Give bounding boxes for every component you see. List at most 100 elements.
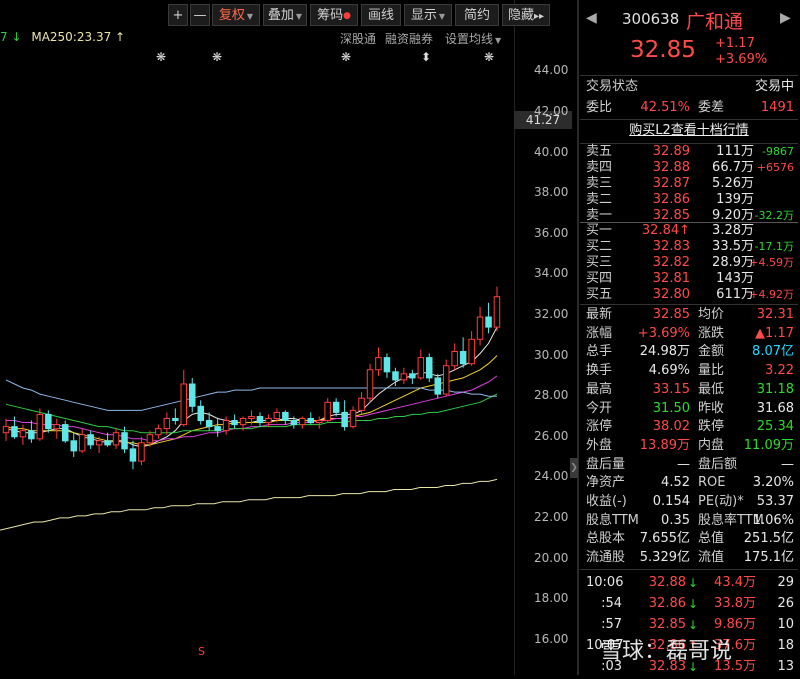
candle-body[interactable] bbox=[493, 296, 501, 328]
candle-body[interactable] bbox=[366, 369, 374, 399]
candle-body[interactable] bbox=[138, 442, 145, 462]
candle-body[interactable] bbox=[163, 418, 171, 430]
candle-body[interactable] bbox=[256, 416, 264, 424]
candle-body[interactable] bbox=[146, 434, 154, 444]
axis-divider bbox=[514, 0, 515, 675]
tick-row[interactable]: 10:06 32.88 ↓ 43.4万 29 bbox=[580, 573, 798, 593]
draw-line-button[interactable]: 画线 bbox=[361, 4, 401, 26]
candle-body[interactable] bbox=[375, 357, 382, 371]
candle-body[interactable] bbox=[180, 383, 187, 426]
candle-body[interactable] bbox=[112, 432, 120, 446]
candle-body[interactable] bbox=[78, 434, 86, 452]
candle-body[interactable] bbox=[87, 434, 94, 446]
bid-row[interactable]: 买二 32.83 33.5万 -17.1万 bbox=[580, 239, 798, 255]
event-marker-icon[interactable]: ❋ bbox=[341, 50, 351, 64]
ask-row[interactable]: 卖二 32.86 139万 bbox=[580, 192, 798, 208]
candle-body[interactable] bbox=[409, 373, 416, 379]
candle-body[interactable] bbox=[341, 411, 348, 428]
tick-row[interactable]: :54 32.86 ↓ 33.8万 26 bbox=[580, 594, 798, 614]
candle-body[interactable] bbox=[299, 418, 306, 426]
candle-body[interactable] bbox=[231, 420, 238, 426]
event-marker-icon[interactable]: ❋ bbox=[212, 50, 222, 64]
candle-body[interactable] bbox=[19, 430, 27, 438]
candle-body[interactable] bbox=[265, 418, 272, 424]
event-marker-icon[interactable]: ❋ bbox=[484, 50, 494, 64]
candle-body[interactable] bbox=[316, 420, 323, 423]
candle-body[interactable] bbox=[222, 420, 230, 432]
candle-body[interactable] bbox=[307, 418, 314, 424]
overlay-dropdown[interactable]: 叠加 ▼ bbox=[263, 4, 307, 26]
buy-l2-link[interactable]: 购买L2查看十档行情 bbox=[580, 121, 798, 141]
candle-body[interactable] bbox=[205, 420, 213, 428]
candle-body[interactable] bbox=[383, 357, 391, 373]
next-stock-icon[interactable]: ▶ bbox=[780, 10, 791, 26]
prev-stock-icon[interactable]: ◀ bbox=[586, 10, 597, 26]
ask-row[interactable]: 卖一 32.85 9.20万 -32.2万 bbox=[580, 208, 798, 224]
candle-body[interactable] bbox=[248, 416, 255, 419]
candle-body[interactable] bbox=[273, 411, 281, 419]
candle-body[interactable] bbox=[290, 420, 298, 426]
bid-row[interactable]: 买三 32.82 28.9万 +4.59万 bbox=[580, 255, 798, 271]
candle-body[interactable] bbox=[400, 373, 408, 381]
shengutong-link[interactable]: 深股通 bbox=[340, 30, 376, 47]
candle-body[interactable] bbox=[239, 418, 247, 426]
candle-body[interactable] bbox=[121, 432, 128, 450]
candle-body[interactable] bbox=[417, 357, 425, 379]
candle-body[interactable] bbox=[95, 440, 103, 446]
stat-label: 今开 bbox=[586, 400, 613, 416]
candle-body[interactable] bbox=[28, 430, 35, 440]
candle-body[interactable] bbox=[324, 401, 331, 422]
zoom-out-button[interactable]: — bbox=[190, 4, 210, 26]
tick-row[interactable]: :57 32.85 ↓ 9.86万 10 bbox=[580, 615, 798, 635]
bid-row[interactable]: 买一 32.84↑ 3.28万 bbox=[580, 223, 798, 239]
chip-button[interactable]: 筹码● bbox=[310, 4, 358, 26]
display-dropdown[interactable]: 显示 ▼ bbox=[404, 4, 452, 26]
candle-body[interactable] bbox=[459, 351, 467, 365]
candle-body[interactable] bbox=[62, 424, 69, 442]
candle-body[interactable] bbox=[197, 405, 204, 421]
fuquan-dropdown[interactable]: 复权 ▼ bbox=[212, 4, 260, 26]
simple-mode-button[interactable]: 简约 bbox=[455, 4, 499, 26]
sell-signal-marker[interactable]: S bbox=[198, 645, 205, 658]
candle-body[interactable] bbox=[443, 365, 450, 395]
collapse-panel-handle[interactable]: ❯ bbox=[570, 458, 578, 478]
candle-body[interactable] bbox=[434, 377, 441, 395]
chart-canvas[interactable] bbox=[0, 0, 578, 675]
bid-volume: 611万 bbox=[716, 287, 754, 302]
candle-body[interactable] bbox=[11, 426, 18, 438]
hide-button[interactable]: 隐藏▸▸ bbox=[502, 4, 550, 26]
candle-body[interactable] bbox=[426, 357, 433, 379]
candle-body[interactable] bbox=[349, 409, 357, 428]
candle-body[interactable] bbox=[214, 426, 221, 432]
candle-body[interactable] bbox=[392, 371, 399, 381]
candle-body[interactable] bbox=[172, 418, 179, 421]
ask-row[interactable]: 卖五 32.89 111万 -9867 bbox=[580, 144, 798, 160]
candle-body[interactable] bbox=[155, 428, 162, 436]
candle-body[interactable] bbox=[53, 424, 60, 430]
event-marker-icon[interactable]: ❋ bbox=[156, 50, 166, 64]
candle-body[interactable] bbox=[332, 401, 340, 413]
ask-row[interactable]: 卖三 32.87 5.26万 bbox=[580, 176, 798, 192]
panel-divider[interactable] bbox=[577, 0, 579, 675]
bid-row[interactable]: 买五 32.80 611万 +4.92万 bbox=[580, 287, 798, 303]
candle-body[interactable] bbox=[45, 413, 52, 430]
candle-body[interactable] bbox=[282, 411, 289, 421]
event-marker-icon[interactable]: ⬍ bbox=[421, 50, 431, 64]
ask-row[interactable]: 卖四 32.88 66.7万 +6576 bbox=[580, 160, 798, 176]
candle-body[interactable] bbox=[104, 440, 111, 446]
ma-settings-dropdown[interactable]: 设置均线 ▼ bbox=[445, 30, 501, 47]
candle-body[interactable] bbox=[36, 413, 44, 440]
candle-body[interactable] bbox=[70, 440, 77, 452]
candle-body[interactable] bbox=[358, 397, 365, 411]
candle-body[interactable] bbox=[2, 426, 10, 434]
candle-body[interactable] bbox=[476, 316, 484, 340]
candle-body[interactable] bbox=[468, 338, 475, 365]
candle-body[interactable] bbox=[451, 351, 458, 367]
candle-body[interactable] bbox=[129, 448, 137, 462]
bid-row[interactable]: 买四 32.81 143万 bbox=[580, 271, 798, 287]
candle-body[interactable] bbox=[485, 316, 492, 328]
candle-body[interactable] bbox=[189, 383, 196, 407]
kline-chart[interactable] bbox=[0, 0, 578, 675]
zoom-in-button[interactable]: + bbox=[168, 4, 188, 26]
margin-trading-link[interactable]: 融资融券 bbox=[385, 30, 433, 47]
